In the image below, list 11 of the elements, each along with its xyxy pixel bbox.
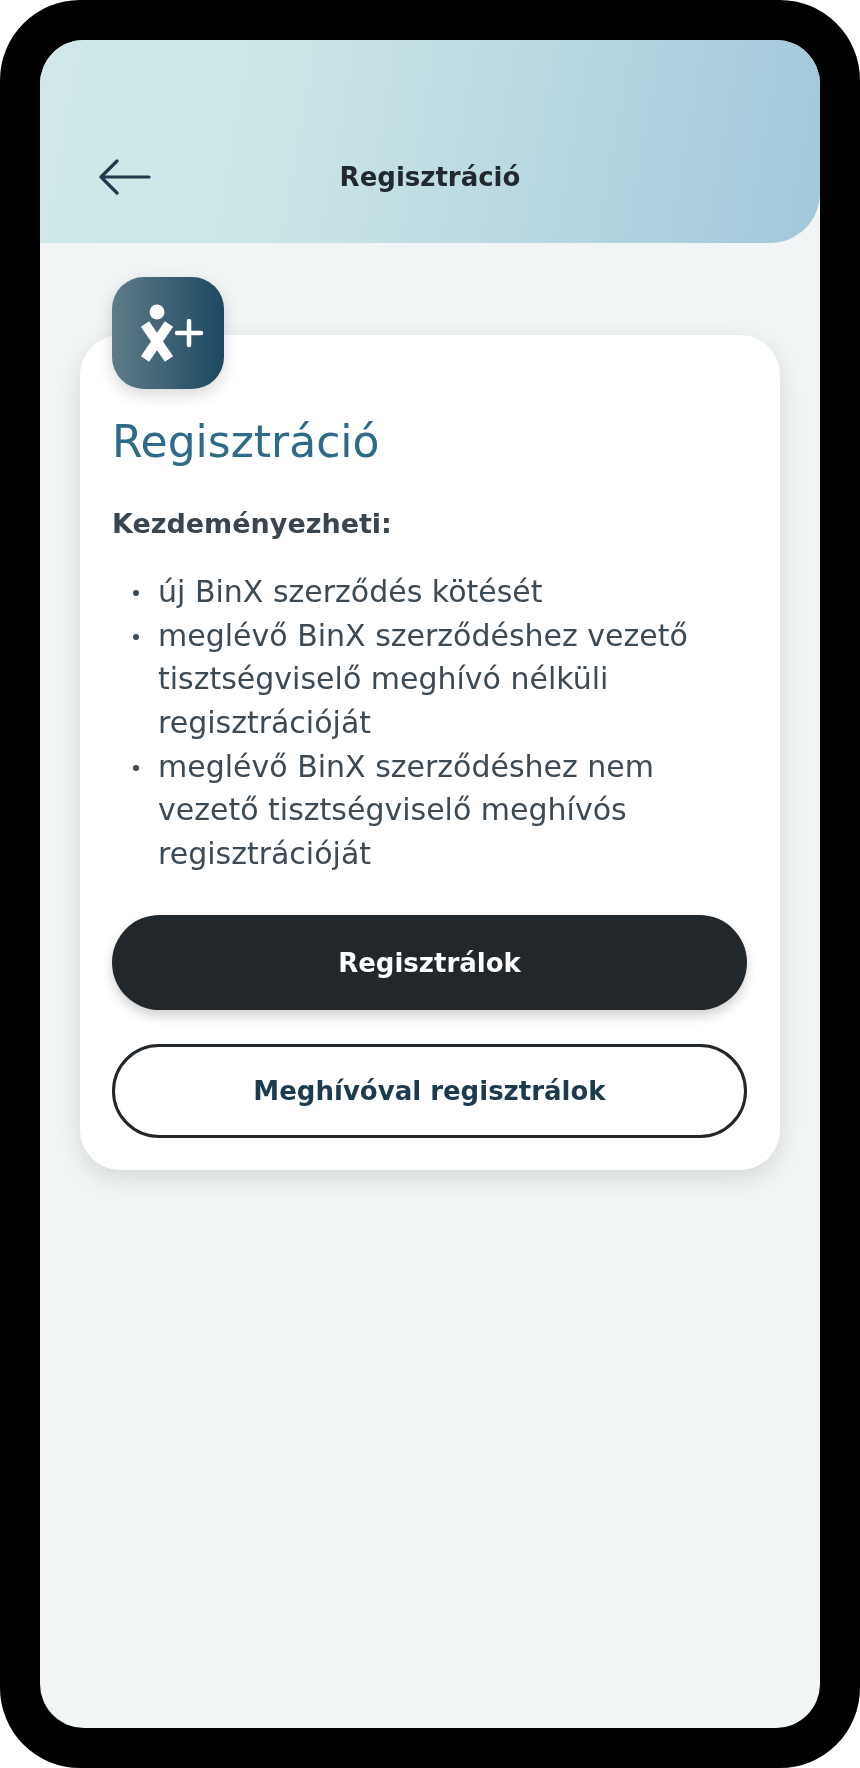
list-item: új BinX szerződés kötését — [158, 573, 544, 612]
invite-register-button[interactable]: Meghívóval regisztrálok — [112, 1044, 747, 1139]
bullet-icon — [133, 764, 139, 771]
page-title: Regisztráció — [339, 162, 521, 192]
back-arrow-icon[interactable] — [99, 159, 151, 195]
card-title: Regisztráció — [112, 416, 381, 469]
list-item: meglévő BinX szerződéshez nem vezető tisztségviselő meghívós regisztrációját — [158, 747, 656, 873]
bullet-icon — [133, 590, 139, 597]
section-heading: Kezdeményezheti: — [112, 507, 393, 541]
bullet-icon — [133, 633, 139, 640]
register-button[interactable]: Regisztrálok — [112, 915, 747, 1011]
